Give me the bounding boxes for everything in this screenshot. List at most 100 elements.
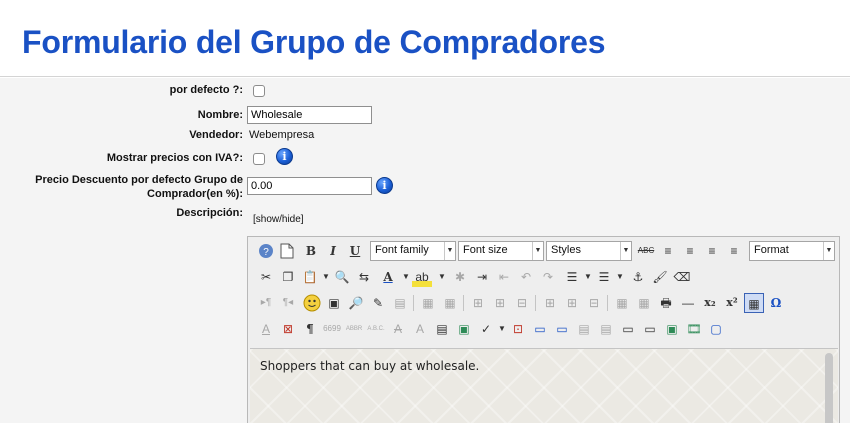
delete-col-icon[interactable]: ⊟: [584, 293, 604, 313]
eraser-icon[interactable]: ⌫: [672, 267, 692, 287]
show-hide-link[interactable]: [show/hide]: [253, 214, 304, 225]
font-style-icon[interactable]: A: [256, 319, 276, 339]
help-icon[interactable]: ?: [256, 241, 276, 261]
layer-forward-icon[interactable]: ▤: [574, 319, 594, 339]
layer-icon[interactable]: ▭: [530, 319, 550, 339]
row-after-icon[interactable]: ⊞: [490, 293, 510, 313]
delete-row-icon[interactable]: ⊟: [512, 293, 532, 313]
default-label: por defecto ?:: [169, 84, 243, 96]
indent-icon[interactable]: ⇥: [472, 267, 492, 287]
abbr-icon[interactable]: ABBR: [344, 319, 364, 339]
visual-aid-icon[interactable]: ▦: [744, 293, 764, 313]
insert-date-icon[interactable]: ▭: [618, 319, 638, 339]
special-char-icon[interactable]: Ω: [766, 293, 786, 313]
attributes-icon[interactable]: ▤: [432, 319, 452, 339]
split-cells-icon[interactable]: ▦: [612, 293, 632, 313]
print-icon[interactable]: 🖶: [656, 293, 676, 313]
font-size-select[interactable]: Font size ▼: [458, 241, 544, 261]
show-prices-info-icon[interactable]: i: [276, 148, 293, 165]
template-icon[interactable]: ▤: [390, 293, 410, 313]
format-select[interactable]: Format ▼: [749, 241, 835, 261]
discount-info-icon[interactable]: i: [376, 177, 393, 194]
ltr-icon[interactable]: ▸¶: [256, 293, 276, 313]
rtl-icon[interactable]: ¶◂: [278, 293, 298, 313]
separator: [535, 295, 536, 311]
cite-icon[interactable]: 6699: [322, 319, 342, 339]
discount-label: Precio Descuento por defecto Grupo de Co…: [35, 174, 243, 200]
bullet-list-dropdown-icon[interactable]: ▼: [610, 267, 630, 287]
description-label: Descripción:: [176, 207, 243, 219]
preview-icon[interactable]: 🔎: [346, 293, 366, 313]
fullscreen-icon[interactable]: ▢: [706, 319, 726, 339]
table-icon[interactable]: ▦: [418, 293, 438, 313]
default-checkbox[interactable]: [253, 85, 265, 97]
anchor-icon[interactable]: ⚓: [628, 267, 648, 287]
outdent-icon[interactable]: ⇤: [494, 267, 514, 287]
clean-icon[interactable]: ✱: [450, 267, 470, 287]
editor-scrollbar[interactable]: [825, 353, 833, 423]
name-input[interactable]: [247, 106, 372, 124]
text-color-icon[interactable]: A: [378, 267, 398, 287]
show-prices-checkbox[interactable]: [253, 153, 265, 165]
align-left-icon[interactable]: ≡: [658, 241, 678, 261]
col-after-icon[interactable]: ⊞: [562, 293, 582, 313]
vendor-value: Webempresa: [249, 129, 315, 141]
align-center-icon[interactable]: ≡: [680, 241, 700, 261]
chevron-down-icon: ▼: [620, 242, 631, 260]
description-editor: ? B I U Font family ▼ Font size ▼ Styles ▼ …: [247, 236, 840, 423]
separator: [463, 295, 464, 311]
edit-icon[interactable]: ✎: [368, 293, 388, 313]
insert-image-icon[interactable]: ▣: [662, 319, 682, 339]
align-right-icon[interactable]: ≡: [702, 241, 722, 261]
emoticon-icon[interactable]: [302, 293, 322, 313]
toolbar-row-4: A ⊠ ¶ 6699 ABBR A.B.C. A A ▤ ▣ ✓ ▼ ⊡ ▭ ▭…: [253, 317, 838, 341]
paragraph-icon[interactable]: ¶: [300, 319, 320, 339]
toolbar-row-1: ? B I U Font family ▼ Font size ▼ Styles ▼ …: [253, 239, 838, 263]
new-document-icon[interactable]: [277, 241, 297, 261]
media-icon[interactable]: ▣: [324, 293, 344, 313]
page: Formulario del Grupo de Compradores por …: [0, 0, 850, 423]
superscript-icon[interactable]: x²: [722, 293, 742, 313]
show-prices-label: Mostrar precios con IVA?:: [106, 152, 243, 164]
table-props-icon[interactable]: ▦: [440, 293, 460, 313]
film-icon[interactable]: 🎞: [684, 319, 704, 339]
acronym-icon[interactable]: A.B.C.: [366, 319, 386, 339]
separator: [413, 295, 414, 311]
strikethrough-icon[interactable]: ABC: [636, 241, 656, 261]
layer-backward-icon[interactable]: ▤: [596, 319, 616, 339]
del-icon[interactable]: A: [388, 319, 408, 339]
insert-time-icon[interactable]: ▭: [640, 319, 660, 339]
discount-input[interactable]: [247, 177, 372, 195]
format-label: Format: [754, 244, 789, 256]
nonbreaking-icon[interactable]: ⊠: [278, 319, 298, 339]
copy-icon[interactable]: ❐: [278, 267, 298, 287]
merge-cells-icon[interactable]: ▦: [634, 293, 654, 313]
chevron-down-icon: ▼: [823, 242, 834, 260]
horizontal-rule-icon[interactable]: —: [678, 293, 698, 313]
image-icon[interactable]: ▣: [454, 319, 474, 339]
embed-icon[interactable]: ⊡: [508, 319, 528, 339]
bold-icon[interactable]: B: [301, 241, 321, 261]
row-before-icon[interactable]: ⊞: [468, 293, 488, 313]
separator: [607, 295, 608, 311]
align-justify-icon[interactable]: ≡: [724, 241, 744, 261]
redo-icon[interactable]: ↷: [538, 267, 558, 287]
subscript-icon[interactable]: x₂: [700, 293, 720, 313]
highlight-dropdown-icon[interactable]: ▼: [432, 267, 452, 287]
ins-icon[interactable]: A: [410, 319, 430, 339]
cut-icon[interactable]: ✂: [256, 267, 276, 287]
col-before-icon[interactable]: ⊞: [540, 293, 560, 313]
font-family-select[interactable]: Font family ▼: [370, 241, 456, 261]
italic-icon[interactable]: I: [323, 241, 343, 261]
name-label: Nombre:: [197, 109, 243, 121]
layer-abs-icon[interactable]: ▭: [552, 319, 572, 339]
underline-icon[interactable]: U: [345, 241, 365, 261]
styles-select[interactable]: Styles ▼: [546, 241, 632, 261]
highlight-color-icon[interactable]: ab: [412, 267, 432, 287]
cleanup-brush-icon[interactable]: 🖌: [650, 267, 670, 287]
editor-content-text: Shoppers that can buy at wholesale.: [260, 359, 480, 373]
replace-icon[interactable]: ⇆: [354, 267, 374, 287]
undo-icon[interactable]: ↶: [516, 267, 536, 287]
editor-content-area[interactable]: Shoppers that can buy at wholesale.: [250, 348, 838, 423]
find-icon[interactable]: 🔍: [332, 267, 352, 287]
